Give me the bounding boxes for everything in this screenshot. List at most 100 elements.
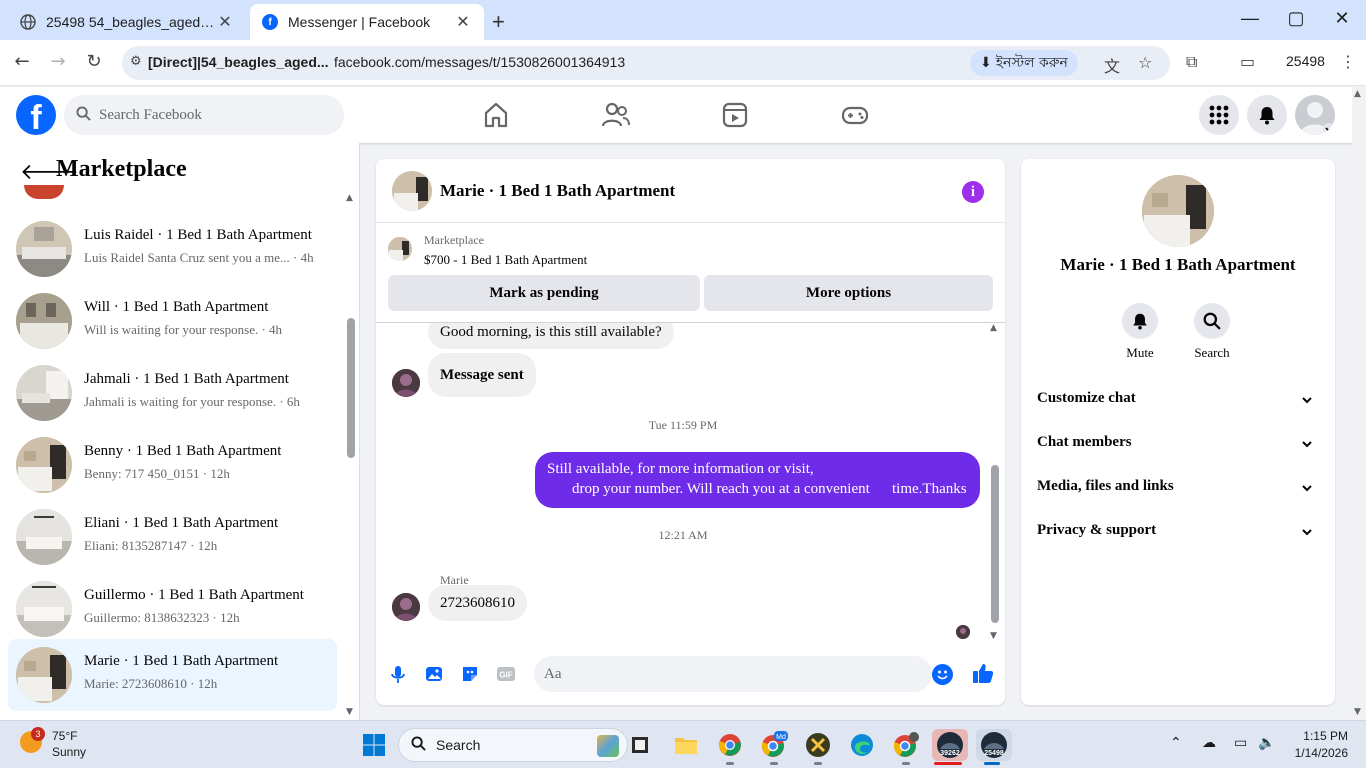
weather-badge: 3 bbox=[31, 727, 45, 741]
bell-icon bbox=[1122, 303, 1158, 339]
facebook-favicon-icon: f bbox=[262, 14, 278, 30]
network-icon[interactable]: ▭ bbox=[1234, 735, 1247, 751]
volume-icon[interactable]: 🔈 bbox=[1258, 735, 1275, 751]
bookmark-star-icon[interactable]: ☆ bbox=[1138, 53, 1152, 72]
install-app-button[interactable]: ⬇ ইনস্টল করুন bbox=[970, 50, 1078, 76]
conversation-item-jahmali[interactable]: Jahmali · 1 Bed 1 Bath Apartment Jahmali… bbox=[8, 357, 337, 429]
search-in-conversation-button[interactable]: Search bbox=[1182, 303, 1242, 361]
sticker-icon[interactable] bbox=[460, 664, 480, 684]
emoji-icon[interactable] bbox=[932, 664, 953, 685]
scroll-up-arrow-icon[interactable]: ▲ bbox=[990, 323, 997, 333]
chat-title[interactable]: Marie · 1 Bed 1 Bath Apartment bbox=[440, 181, 675, 201]
more-options-button[interactable]: More options bbox=[704, 275, 993, 311]
message-input[interactable]: Aa bbox=[534, 656, 932, 692]
chrome-profile-md-icon[interactable]: Md bbox=[758, 729, 790, 765]
onedrive-icon[interactable]: ☁ bbox=[1202, 735, 1216, 751]
scroll-up-arrow-icon[interactable]: ▲ bbox=[1354, 89, 1361, 99]
cast-icon[interactable]: ▭ bbox=[1240, 52, 1255, 71]
account-avatar[interactable] bbox=[1295, 95, 1335, 135]
search-input[interactable]: Search Facebook bbox=[64, 95, 344, 135]
scroll-down-arrow-icon[interactable]: ▼ bbox=[346, 707, 353, 717]
photo-icon[interactable] bbox=[424, 664, 444, 684]
outgoing-message-bubble: Still available, for more information or… bbox=[535, 452, 980, 508]
globe-icon bbox=[20, 14, 36, 30]
chevron-down-icon bbox=[1301, 438, 1313, 455]
chat-members-row[interactable]: Chat members bbox=[1037, 434, 1319, 464]
translate-icon[interactable]: 文 bbox=[1104, 53, 1120, 77]
info-icon[interactable]: i bbox=[962, 181, 984, 203]
scroll-up-arrow-icon[interactable]: ▲ bbox=[346, 193, 353, 203]
task-view-icon[interactable] bbox=[624, 729, 656, 761]
scroll-down-arrow-icon[interactable]: ▼ bbox=[1354, 707, 1361, 717]
mute-button[interactable]: Mute bbox=[1110, 303, 1170, 361]
windows-start-icon[interactable] bbox=[362, 733, 386, 757]
scrollbar-thumb[interactable] bbox=[991, 465, 999, 623]
tab-messenger[interactable]: f Messenger | Facebook ✕ bbox=[250, 4, 484, 40]
list-scrollbar[interactable]: ▲ ▼ bbox=[346, 193, 356, 717]
running-indicator bbox=[984, 762, 1000, 765]
chrome-profile-icon[interactable] bbox=[890, 729, 922, 765]
home-icon[interactable] bbox=[481, 101, 511, 129]
clock-time[interactable]: 1:15 PM bbox=[1300, 729, 1348, 743]
tab-title: 25498 54_beagles_aged@i bbox=[46, 14, 216, 30]
conversation-name: Will · 1 Bed 1 Bath Apartment bbox=[84, 299, 269, 315]
thumbs-up-icon[interactable] bbox=[972, 662, 994, 684]
url-text[interactable]: facebook.com/messages/t/1530826001364913 bbox=[334, 54, 625, 70]
file-explorer-icon[interactable] bbox=[670, 729, 702, 761]
chevron-down-icon bbox=[1301, 482, 1313, 499]
partial-thumbnail bbox=[24, 185, 64, 199]
forward-arrow-icon[interactable]: → bbox=[46, 51, 70, 72]
mark-as-pending-button[interactable]: Mark as pending bbox=[388, 275, 700, 311]
minimize-button[interactable]: — bbox=[1238, 8, 1262, 29]
reload-icon[interactable]: ↻ bbox=[82, 51, 106, 72]
chrome-icon[interactable] bbox=[714, 729, 746, 765]
profile-app-39262[interactable]: 39262 bbox=[932, 729, 968, 765]
conversation-preview: Guillermo: 8138632323 · 12h bbox=[84, 610, 240, 625]
clock-date[interactable]: 1/14/2026 bbox=[1280, 746, 1348, 760]
privacy-support-row[interactable]: Privacy & support bbox=[1037, 522, 1319, 552]
contact-avatar[interactable] bbox=[392, 593, 420, 621]
contact-avatar[interactable] bbox=[392, 369, 420, 397]
scrollbar-thumb[interactable] bbox=[347, 318, 355, 458]
new-tab-button[interactable]: + bbox=[492, 9, 512, 35]
menu-grid-icon[interactable] bbox=[1199, 95, 1239, 135]
video-icon[interactable] bbox=[720, 101, 750, 129]
tab-beagles[interactable]: 25498 54_beagles_aged@i ✕ bbox=[8, 4, 246, 40]
profile-button[interactable]: 25498 bbox=[1286, 53, 1325, 69]
page-scrollbar[interactable]: ▲ ▼ bbox=[1352, 87, 1366, 720]
close-tab-icon[interactable]: ✕ bbox=[216, 12, 234, 32]
gaming-icon[interactable] bbox=[840, 101, 870, 129]
address-bar[interactable]: ⚙ [Direct]|54_beagles_aged... facebook.c… bbox=[122, 46, 1170, 80]
facebook-logo[interactable]: f bbox=[16, 95, 56, 137]
media-files-links-row[interactable]: Media, files and links bbox=[1037, 478, 1319, 508]
profile-app-25498[interactable]: 25498 bbox=[976, 729, 1012, 765]
extensions-icon[interactable]: ⧉ bbox=[1186, 52, 1197, 72]
site-info-icon[interactable]: ⚙ bbox=[130, 54, 142, 69]
chat-avatar[interactable] bbox=[392, 171, 432, 211]
chat-scrollbar[interactable]: ▲ ▼ bbox=[990, 323, 1000, 643]
conversation-item-will[interactable]: Will · 1 Bed 1 Bath Apartment Will is wa… bbox=[8, 285, 337, 357]
back-arrow-icon[interactable]: ← bbox=[10, 51, 34, 72]
conversation-item-eliani[interactable]: Eliani · 1 Bed 1 Bath Apartment Eliani: … bbox=[8, 501, 337, 573]
customize-chat-row[interactable]: Customize chat bbox=[1037, 390, 1319, 420]
row-label: Privacy & support bbox=[1037, 522, 1157, 538]
scroll-down-arrow-icon[interactable]: ▼ bbox=[990, 631, 997, 641]
gif-icon[interactable]: GIF bbox=[496, 664, 516, 684]
conversation-item-marie[interactable]: Marie · 1 Bed 1 Bath Apartment Marie: 27… bbox=[8, 639, 337, 711]
maximize-button[interactable]: ▢ bbox=[1284, 8, 1308, 29]
menu-dots-icon[interactable]: ⋮ bbox=[1340, 52, 1356, 71]
microphone-icon[interactable] bbox=[388, 664, 408, 684]
conversation-item-luis[interactable]: Luis Raidel · 1 Bed 1 Bath Apartment Lui… bbox=[8, 213, 337, 285]
notifications-bell-icon[interactable] bbox=[1247, 95, 1287, 135]
taskbar-search[interactable]: Search bbox=[398, 728, 628, 762]
conversation-item-guillermo[interactable]: Guillermo · 1 Bed 1 Bath Apartment Guill… bbox=[8, 573, 337, 645]
listing-title[interactable]: $700 - 1 Bed 1 Bath Apartment bbox=[424, 252, 587, 268]
edge-icon[interactable] bbox=[846, 729, 878, 761]
close-tab-icon[interactable]: ✕ bbox=[454, 12, 472, 32]
app-x-icon[interactable] bbox=[802, 729, 834, 765]
show-hidden-icons-chevron-icon[interactable]: ⌃ bbox=[1170, 735, 1182, 751]
conversation-info-panel: Marie · 1 Bed 1 Bath Apartment Mute Sear… bbox=[1021, 159, 1335, 705]
friends-icon[interactable] bbox=[601, 101, 631, 129]
close-window-button[interactable]: ✕ bbox=[1330, 8, 1354, 29]
conversation-item-benny[interactable]: Benny · 1 Bed 1 Bath Apartment Benny: 71… bbox=[8, 429, 337, 501]
